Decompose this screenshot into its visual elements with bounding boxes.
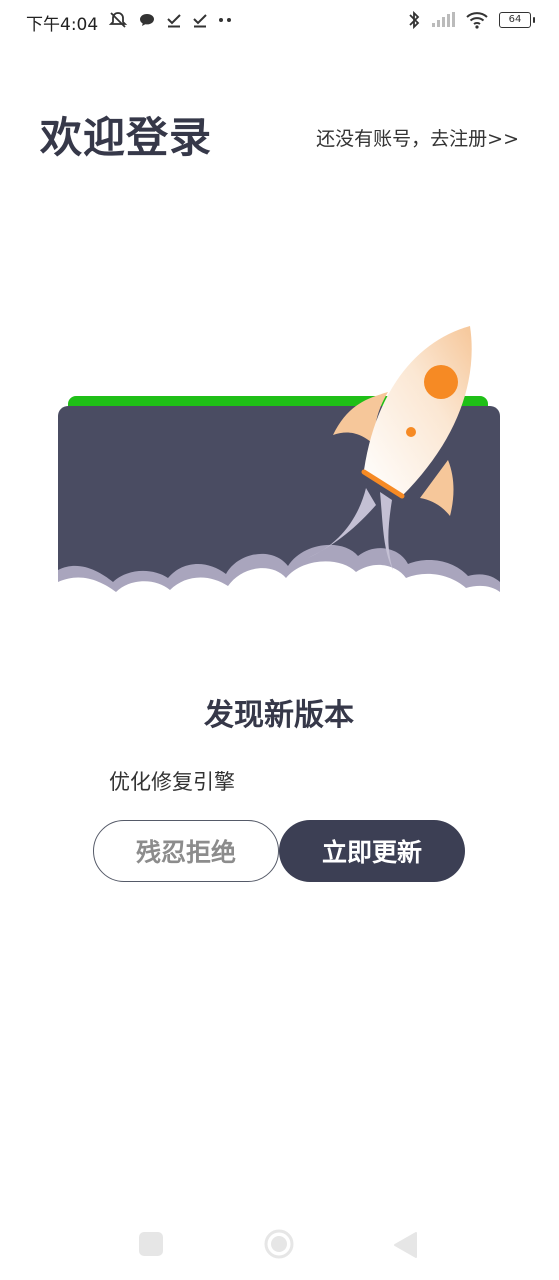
chat-bubble-icon	[140, 14, 154, 26]
mute-bell-icon	[108, 12, 128, 28]
update-description: 优化修复引擎	[109, 770, 235, 794]
update-dialog: 发现新版本 优化修复引擎 残忍拒绝 立即更新	[58, 320, 500, 910]
update-banner	[58, 326, 500, 610]
update-title: 发现新版本	[204, 698, 354, 733]
navigation-bar	[0, 1208, 559, 1280]
more-dots-icon	[219, 18, 231, 22]
bluetooth-icon	[409, 10, 420, 30]
wifi-icon	[466, 12, 488, 29]
recent-apps-icon[interactable]	[139, 1232, 163, 1256]
status-time: 下午4:04	[26, 15, 99, 35]
reject-update-button[interactable]: 残忍拒绝	[93, 820, 279, 882]
status-icons-left	[108, 9, 234, 31]
signal-icon	[432, 12, 455, 27]
dialog-actions: 残忍拒绝 立即更新	[93, 820, 465, 882]
battery-icon: 64	[499, 12, 535, 28]
back-icon[interactable]	[392, 1231, 418, 1259]
status-icons-right: 64	[407, 9, 535, 31]
update-now-button[interactable]: 立即更新	[279, 820, 465, 882]
register-link[interactable]: 还没有账号，去注册>>	[316, 124, 519, 151]
status-bar: 下午4:04 64	[0, 0, 559, 44]
home-icon[interactable]	[264, 1229, 294, 1259]
check-icon	[193, 14, 207, 28]
page-title: 欢迎登录	[40, 113, 213, 162]
check-icon	[167, 14, 181, 28]
